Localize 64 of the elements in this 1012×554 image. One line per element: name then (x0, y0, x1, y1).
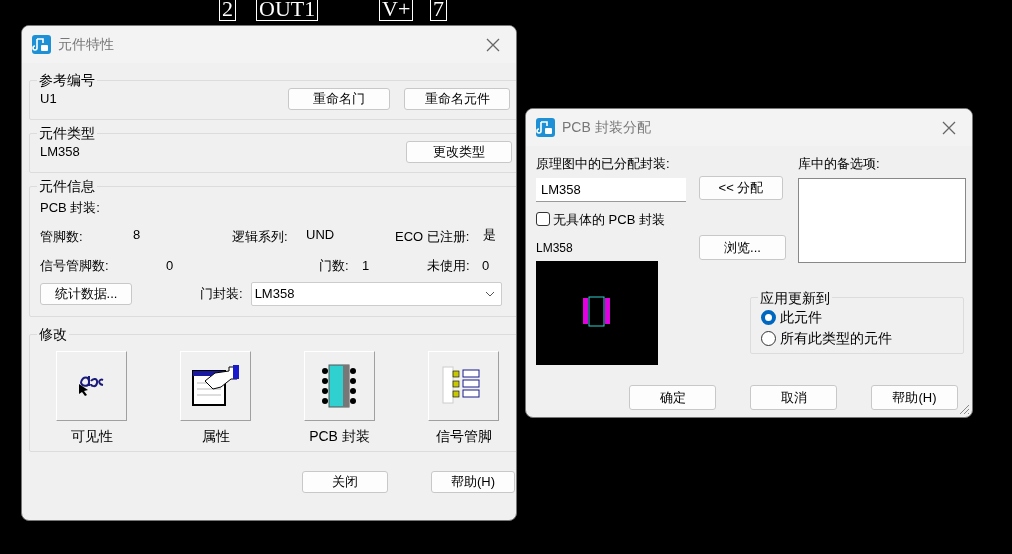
tool-button[interactable] (56, 351, 127, 421)
radio-button[interactable] (761, 309, 776, 325)
schematic-label: V+ (379, 0, 414, 21)
rename-part-button[interactable]: 重命名元件 (404, 88, 510, 110)
schematic-label: 2 (219, 0, 236, 21)
library-list[interactable] (798, 177, 966, 263)
ok-button[interactable]: 确定 (629, 385, 716, 410)
info-label: 逻辑系列: (232, 227, 289, 246)
schematic-label: OUT1 (256, 0, 319, 21)
info-label: 管脚数: (40, 227, 84, 246)
decal-field[interactable]: LM358 (536, 177, 686, 202)
gate-decal-label: 门封装: (200, 285, 243, 304)
checkbox[interactable] (536, 212, 550, 227)
radio-label: 此元件 (780, 307, 822, 327)
tool-button[interactable] (304, 351, 375, 421)
resize-grip-icon[interactable] (959, 404, 970, 415)
info-value: UND (306, 225, 336, 244)
reference-value: U1 (40, 90, 57, 109)
field-label: 原理图中的已分配封装: (536, 155, 671, 173)
info-label: PCB 封装: (40, 198, 101, 217)
close-icon[interactable] (486, 37, 500, 52)
app-icon (536, 118, 555, 137)
info-label: 未使用: (427, 256, 471, 275)
checkbox-label: 无具体的 PCB 封装 (553, 210, 665, 229)
info-value: 0 (166, 256, 175, 275)
browse-button[interactable]: 浏览... (699, 235, 786, 260)
info-value: 0 (482, 256, 491, 275)
info-label: 门数: (319, 256, 350, 275)
tool-label: 信号管脚 (435, 427, 492, 446)
group-label: 元件类型 (38, 126, 96, 140)
group-label: 参考编号 (38, 73, 96, 87)
visibility-icon (77, 375, 106, 397)
help-button[interactable]: 帮助(H) (871, 385, 958, 410)
info-value: 1 (362, 256, 371, 275)
schematic-label: 7 (430, 0, 447, 21)
tool-label: PCB 封装 (309, 427, 370, 446)
info-label: ECO 已注册: (395, 227, 471, 246)
info-value: 8 (133, 225, 142, 244)
tool-button[interactable] (180, 351, 251, 421)
assign-button[interactable]: << 分配 (699, 176, 783, 200)
gate-decal-select[interactable]: LM358 (250, 282, 502, 306)
caret-icon (484, 291, 495, 297)
group-label: 应用更新到 (759, 290, 831, 305)
window-title: 元件特性 (58, 35, 114, 54)
cancel-button[interactable]: 取消 (750, 385, 837, 410)
close-icon[interactable] (942, 120, 956, 135)
window-title: PCB 封装分配 (562, 118, 651, 137)
tool-label: 属性 (201, 427, 230, 446)
close-button[interactable]: 关闭 (302, 471, 388, 493)
rename-gate-button[interactable]: 重命名门 (288, 88, 390, 110)
radio-button[interactable] (761, 330, 776, 346)
part-type-value: LM358 (40, 143, 80, 162)
app-icon (32, 35, 51, 54)
group-label: 修改 (38, 327, 68, 341)
field-label: 库中的备选项: (798, 155, 881, 173)
group-label: 元件信息 (38, 179, 96, 193)
change-type-button[interactable]: 更改类型 (406, 141, 512, 163)
info-label: 信号管脚数: (40, 256, 110, 275)
info-value: 是 (483, 225, 497, 244)
radio-label: 所有此类型的元件 (780, 328, 892, 348)
statistics-button[interactable]: 统计数据... (40, 283, 132, 305)
help-button[interactable]: 帮助(H) (431, 471, 515, 493)
preview-label: LM358 (536, 240, 574, 257)
tool-label: 可见性 (70, 427, 113, 446)
